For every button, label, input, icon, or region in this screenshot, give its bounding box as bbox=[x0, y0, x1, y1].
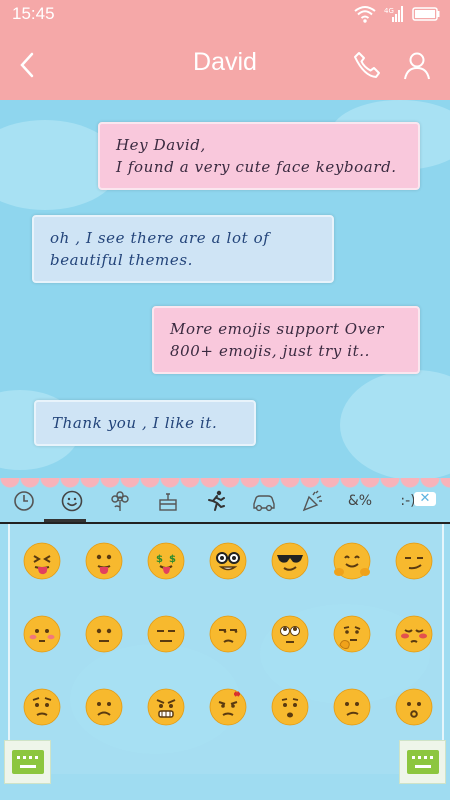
emoji-flushed[interactable] bbox=[384, 597, 444, 670]
emoji-angry[interactable] bbox=[136, 670, 196, 743]
contact-name: David bbox=[193, 48, 257, 76]
svg-text:$: $ bbox=[169, 554, 176, 565]
cake-icon bbox=[159, 493, 177, 511]
frowning-icon bbox=[85, 688, 123, 725]
switch-keyboard-button-right[interactable] bbox=[399, 740, 446, 784]
emoji-rolling-eyes[interactable] bbox=[260, 597, 320, 670]
message-bubble-incoming[interactable]: Thank you , I like it. bbox=[34, 400, 256, 446]
message-line: beautiful themes. bbox=[50, 251, 194, 269]
runner-icon bbox=[208, 490, 225, 511]
message-line: 800+ emojis, just try it.. bbox=[170, 342, 370, 360]
status-time: 15:45 bbox=[12, 4, 55, 23]
svg-text:4G: 4G bbox=[384, 7, 394, 15]
emoji-neutral[interactable] bbox=[74, 597, 134, 670]
emoji-expressionless[interactable] bbox=[136, 597, 196, 670]
battery-icon bbox=[412, 7, 440, 21]
symbols-icon: &% bbox=[347, 493, 373, 509]
contact-profile-icon[interactable] bbox=[402, 50, 432, 80]
chat-area[interactable]: Hey David, I found a very cute face keyb… bbox=[0, 100, 450, 480]
emoji-frowning[interactable] bbox=[74, 670, 134, 743]
phone-icon[interactable] bbox=[352, 50, 382, 80]
flower-icon bbox=[111, 491, 129, 511]
message-line: More emojis support Over bbox=[170, 320, 385, 338]
confused-icon bbox=[333, 688, 371, 725]
message-line: oh , I see there are a lot of bbox=[50, 229, 270, 247]
close-keyboard-button[interactable]: ✕ bbox=[414, 492, 436, 506]
keyboard-icon bbox=[406, 750, 439, 774]
worried-icon bbox=[23, 688, 61, 725]
emoji-grid: $ $ bbox=[10, 524, 444, 743]
emoji-smirk[interactable] bbox=[384, 524, 444, 597]
emoji-keyboard: &% :-) ✕ $ $ bbox=[0, 478, 450, 800]
message-bubble-outgoing[interactable]: More emojis support Over 800+ emojis, ju… bbox=[152, 306, 420, 374]
tab-objects[interactable] bbox=[288, 484, 336, 518]
emoji-hushed[interactable] bbox=[260, 670, 320, 743]
hushed-icon bbox=[271, 688, 309, 725]
emoji-squint-tongue[interactable] bbox=[12, 524, 72, 597]
tab-travel[interactable] bbox=[240, 484, 288, 518]
sunglasses-icon bbox=[271, 542, 309, 579]
signal-icon: 4G bbox=[384, 6, 403, 22]
tab-food[interactable] bbox=[144, 484, 192, 518]
blush-icon bbox=[23, 615, 61, 652]
svg-text:$: $ bbox=[156, 554, 163, 565]
emoji-confused[interactable] bbox=[322, 670, 382, 743]
emoji-nerd[interactable] bbox=[198, 524, 258, 597]
tab-recent[interactable] bbox=[0, 484, 48, 518]
emoji-surprised[interactable] bbox=[384, 670, 444, 743]
conversation-header: David bbox=[0, 30, 450, 100]
rolling-eyes-icon bbox=[271, 615, 309, 652]
flushed-icon bbox=[395, 615, 433, 652]
emoji-thinking[interactable] bbox=[322, 597, 382, 670]
recent-icon bbox=[14, 491, 34, 511]
wifi-icon bbox=[354, 6, 376, 23]
message-line: I found a very cute face keyboard. bbox=[116, 158, 397, 176]
keyboard-bottom-bar bbox=[0, 774, 450, 800]
cloud-decoration bbox=[340, 370, 450, 480]
smiley-icon bbox=[61, 490, 83, 512]
car-icon bbox=[253, 495, 275, 512]
message-bubble-incoming[interactable]: oh , I see there are a lot of beautiful … bbox=[32, 215, 334, 283]
status-bar: 15:45 4G bbox=[0, 0, 450, 30]
thinking-icon bbox=[333, 615, 371, 652]
emoji-blush[interactable] bbox=[12, 597, 72, 670]
unamused-icon bbox=[209, 615, 247, 652]
tab-smileys[interactable] bbox=[48, 484, 96, 518]
message-bubble-outgoing[interactable]: Hey David, I found a very cute face keyb… bbox=[98, 122, 420, 190]
keyboard-icon bbox=[11, 750, 44, 774]
tab-activity[interactable] bbox=[192, 484, 240, 518]
emoji-sunglasses[interactable] bbox=[260, 524, 320, 597]
surprised-icon bbox=[395, 688, 433, 725]
angry-icon bbox=[147, 688, 185, 725]
money-mouth-icon: $ $ bbox=[147, 542, 185, 579]
emoji-unamused[interactable] bbox=[198, 597, 258, 670]
party-icon bbox=[302, 490, 322, 512]
squint-tongue-icon bbox=[23, 542, 61, 579]
emoji-annoyed[interactable] bbox=[198, 670, 258, 743]
message-line: Hey David, bbox=[116, 136, 206, 154]
tab-symbols[interactable]: &% bbox=[336, 484, 384, 518]
neutral-icon bbox=[85, 615, 123, 652]
hugging-icon bbox=[333, 542, 371, 579]
annoyed-icon bbox=[209, 688, 247, 725]
emoji-category-tabs: &% :-) bbox=[0, 482, 450, 520]
tab-nature[interactable] bbox=[96, 484, 144, 518]
emoji-tongue-out[interactable] bbox=[74, 524, 134, 597]
emoji-hugging[interactable] bbox=[322, 524, 382, 597]
smirk-icon bbox=[395, 542, 433, 579]
emoji-panel[interactable]: $ $ bbox=[8, 524, 444, 774]
nerd-icon bbox=[209, 542, 247, 579]
expressionless-icon bbox=[147, 615, 185, 652]
emoji-money-mouth[interactable]: $ $ bbox=[136, 524, 196, 597]
emoji-worried[interactable] bbox=[12, 670, 72, 743]
system-icons: 4G bbox=[354, 5, 440, 23]
switch-keyboard-button-left[interactable] bbox=[4, 740, 51, 784]
tongue-out-icon bbox=[85, 542, 123, 579]
message-line: Thank you , I like it. bbox=[52, 414, 218, 432]
